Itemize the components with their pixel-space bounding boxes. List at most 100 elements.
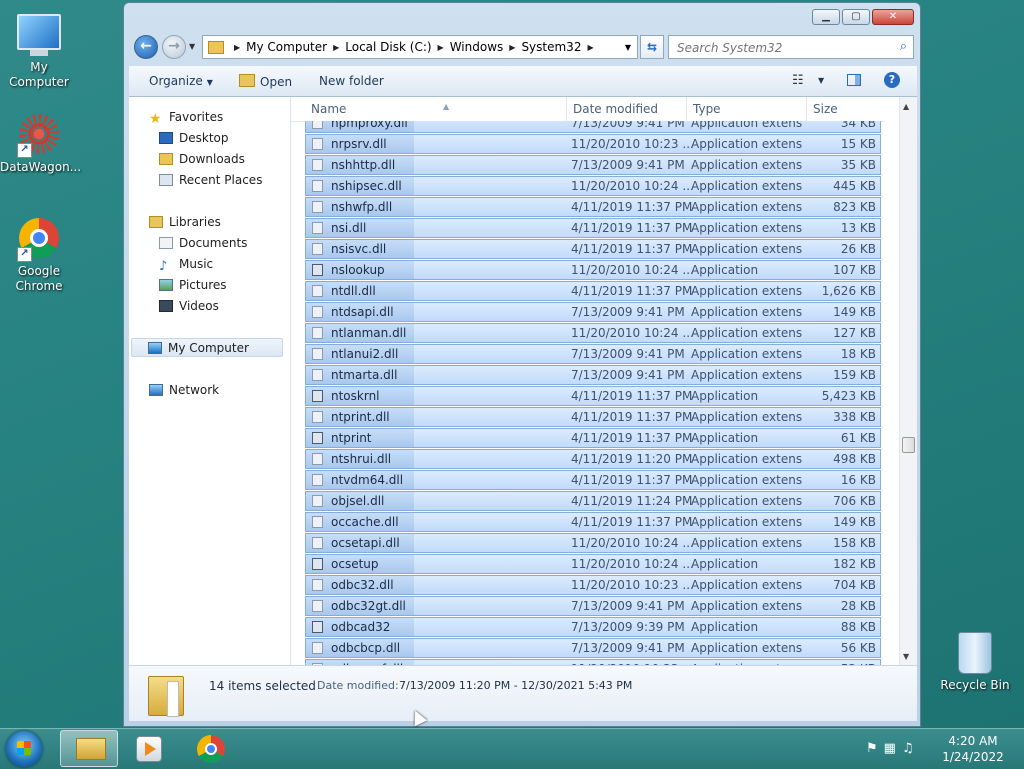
help-icon[interactable]: ?: [884, 72, 900, 88]
table-row[interactable]: ntprint.dll 4/11/2019 11:37 PM Application…: [305, 407, 881, 427]
column-header-row: Name ▲ Date modified Type Size: [291, 97, 885, 122]
chevron-right-icon[interactable]: ▶: [333, 43, 339, 52]
address-dropdown-icon[interactable]: ▼: [625, 43, 631, 52]
file-size: 16 KB: [840, 473, 876, 487]
vertical-scrollbar[interactable]: ▲ ▼: [899, 97, 917, 665]
column-header-type-label: Type: [693, 102, 721, 116]
change-view-icon[interactable]: ☷: [792, 73, 804, 88]
file-date: 4/11/2019 11:37 PM: [571, 221, 693, 235]
explorer-body: ★ Favorites Desktop Downloads Recent Plac…: [129, 97, 917, 665]
desktop-icon-my-computer[interactable]: My Computer: [0, 10, 78, 90]
table-row[interactable]: odbcbcp.dll 7/13/2009 9:41 PM Application …: [305, 638, 881, 658]
table-row[interactable]: occache.dll 4/11/2019 11:37 PM Application…: [305, 512, 881, 532]
file-type: Application extens...: [691, 179, 803, 193]
file-date: 11/20/2010 10:23 ...: [571, 578, 694, 592]
scroll-up-arrow-icon[interactable]: ▲: [903, 102, 909, 111]
table-row[interactable]: ntshrui.dll 4/11/2019 11:20 PM Application…: [305, 449, 881, 469]
table-row[interactable]: ocsetapi.dll 11/20/2010 10:24 ... Applicat…: [305, 533, 881, 553]
table-row[interactable]: ocsetup 11/20/2010 10:24 ... Application 18…: [305, 554, 881, 574]
nav-desktop[interactable]: Desktop: [159, 129, 229, 148]
network-tray-icon[interactable]: ▦: [884, 741, 902, 756]
table-row[interactable]: nsisvc.dll 4/11/2019 11:37 PM Application …: [305, 239, 881, 259]
scroll-down-arrow-icon[interactable]: ▼: [903, 652, 909, 661]
nav-my-computer[interactable]: My Computer: [131, 338, 283, 357]
column-header-date[interactable]: Date modified: [566, 97, 686, 121]
file-type: Application: [691, 389, 759, 403]
close-button[interactable]: ✕: [872, 9, 914, 25]
open-button[interactable]: Open: [239, 74, 292, 89]
taskbar-chrome-button[interactable]: [182, 730, 240, 767]
column-header-size[interactable]: Size: [806, 97, 885, 121]
table-row[interactable]: objsel.dll 4/11/2019 11:24 PM Application …: [305, 491, 881, 511]
dropdown-arrow-icon: ▼: [206, 78, 213, 87]
table-row[interactable]: nshwfp.dll 4/11/2019 11:37 PM Application …: [305, 197, 881, 217]
table-row[interactable]: nrpsrv.dll 11/20/2010 10:23 ... Applicatio…: [305, 134, 881, 154]
breadcrumb-windows[interactable]: Windows: [450, 40, 504, 54]
address-bar[interactable]: ▶ My Computer ▶ Local Disk (C:) ▶ Window…: [202, 35, 638, 59]
table-row[interactable]: ntvdm64.dll 4/11/2019 11:37 PM Application…: [305, 470, 881, 490]
table-row[interactable]: npmproxy.dll 7/13/2009 9:41 PM Application…: [305, 121, 881, 133]
table-row[interactable]: nslookup 11/20/2010 10:24 ... Application 1…: [305, 260, 881, 280]
column-header-name[interactable]: Name ▲: [305, 97, 566, 121]
chevron-right-icon[interactable]: ▶: [509, 43, 515, 52]
action-center-icon[interactable]: ⚑: [866, 741, 884, 756]
column-header-type[interactable]: Type: [686, 97, 806, 121]
taskbar-clock[interactable]: 4:20 AM 1/24/2022: [930, 733, 1016, 765]
table-row[interactable]: ntdsapi.dll 7/13/2009 9:41 PM Application …: [305, 302, 881, 322]
desktop-icon-datawagon[interactable]: ↗ DataWagon...: [0, 114, 81, 175]
nav-network[interactable]: Network: [149, 381, 219, 400]
chevron-right-icon[interactable]: ▶: [234, 43, 240, 52]
table-row[interactable]: ntlanman.dll 11/20/2010 10:24 ... Applicat…: [305, 323, 881, 343]
table-row[interactable]: ntprint 4/11/2019 11:37 PM Application 61 K…: [305, 428, 881, 448]
nav-videos[interactable]: Videos: [159, 297, 219, 316]
table-row[interactable]: odbc32gt.dll 7/13/2009 9:41 PM Application…: [305, 596, 881, 616]
file-name: nsisvc.dll: [331, 242, 387, 256]
preview-pane-icon[interactable]: [847, 74, 861, 86]
minimize-button[interactable]: ▁: [812, 9, 840, 25]
nav-documents[interactable]: Documents: [159, 234, 247, 253]
start-button[interactable]: [6, 731, 42, 767]
desktop-icon-google-chrome[interactable]: ↗ Google Chrome: [0, 216, 78, 294]
taskbar-explorer-button[interactable]: [60, 730, 118, 767]
nav-libraries[interactable]: Libraries: [149, 213, 221, 232]
search-icon[interactable]: ⌕: [900, 39, 907, 54]
table-row[interactable]: ntoskrnl 4/11/2019 11:37 PM Application 5,4…: [305, 386, 881, 406]
new-folder-button[interactable]: New folder: [319, 74, 384, 88]
breadcrumb-system32[interactable]: System32: [521, 40, 581, 54]
chevron-right-icon[interactable]: ▶: [587, 43, 593, 52]
breadcrumb-local-disk[interactable]: Local Disk (C:): [345, 40, 431, 54]
caption-buttons: ▁ ▢ ✕: [812, 9, 914, 25]
table-row[interactable]: nsi.dll 4/11/2019 11:37 PM Application ext…: [305, 218, 881, 238]
breadcrumb-my-computer[interactable]: My Computer: [246, 40, 327, 54]
file-type: Application: [691, 431, 759, 445]
nav-pictures[interactable]: Pictures: [159, 276, 227, 295]
table-row[interactable]: odbc32.dll 11/20/2010 10:23 ... Applicatio…: [305, 575, 881, 595]
nav-downloads[interactable]: Downloads: [159, 150, 245, 169]
scrollbar-thumb[interactable]: [902, 437, 915, 453]
desktop-icon-recycle-bin[interactable]: Recycle Bin: [936, 632, 1014, 693]
table-row[interactable]: nshipsec.dll 11/20/2010 10:24 ... Applicat…: [305, 176, 881, 196]
table-row[interactable]: ntmarta.dll 7/13/2009 9:41 PM Application …: [305, 365, 881, 385]
table-row[interactable]: ntlanui2.dll 7/13/2009 9:41 PM Application…: [305, 344, 881, 364]
chevron-right-icon[interactable]: ▶: [438, 43, 444, 52]
file-date: 11/20/2010 10:24 ...: [571, 179, 694, 193]
file-date: 4/11/2019 11:37 PM: [571, 431, 693, 445]
maximize-button[interactable]: ▢: [842, 9, 870, 25]
volume-icon[interactable]: ♫: [902, 741, 920, 756]
refresh-button[interactable]: ⇆: [640, 35, 664, 59]
table-row[interactable]: ntdll.dll 4/11/2019 11:37 PM Application e…: [305, 281, 881, 301]
forward-button[interactable]: →: [162, 35, 186, 59]
search-input[interactable]: [675, 37, 879, 59]
table-row[interactable]: nshhttp.dll 7/13/2009 9:41 PM Application …: [305, 155, 881, 175]
file-type: Application: [691, 557, 759, 571]
organize-button[interactable]: Organize ▼: [149, 74, 213, 88]
nav-favorites[interactable]: ★ Favorites: [149, 108, 223, 127]
back-button[interactable]: ←: [134, 35, 158, 59]
taskbar-media-player-button[interactable]: [120, 730, 178, 767]
nav-recent-places[interactable]: Recent Places: [159, 171, 262, 190]
table-row[interactable]: odbcad32 7/13/2009 9:39 PM Application 88 K…: [305, 617, 881, 637]
search-box[interactable]: ⌕: [668, 35, 914, 59]
nav-music[interactable]: ♪ Music: [159, 255, 213, 274]
view-options-dropdown[interactable]: ▼: [818, 76, 824, 85]
recent-pages-dropdown[interactable]: ▼: [189, 42, 195, 51]
